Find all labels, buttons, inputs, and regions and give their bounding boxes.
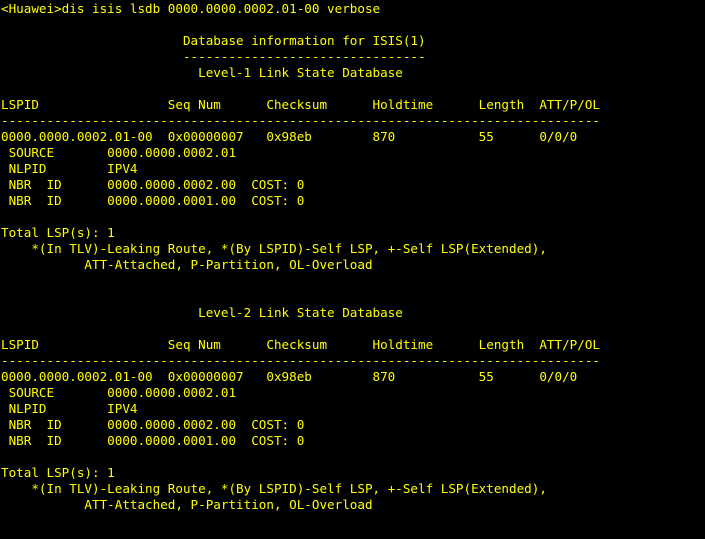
terminal-line: *(In TLV)-Leaking Route, *(By LSPID)-Sel… xyxy=(1,481,547,496)
terminal-line: SOURCE 0000.0000.0002.01 xyxy=(1,385,237,400)
terminal-line: Database information for ISIS(1) xyxy=(1,33,426,48)
terminal-line: NBR ID 0000.0000.0002.00 COST: 0 xyxy=(1,177,305,192)
terminal-line: Total LSP(s): 1 xyxy=(1,465,115,480)
terminal-line: Level-2 Link State Database xyxy=(1,305,403,320)
terminal-line: 0000.0000.0002.01-00 0x00000007 0x98eb 8… xyxy=(1,129,578,144)
terminal-line: NLPID IPV4 xyxy=(1,161,138,176)
terminal-line: ----------------------------------------… xyxy=(1,113,600,128)
terminal-line: NLPID IPV4 xyxy=(1,401,138,416)
terminal-line: NBR ID 0000.0000.0001.00 COST: 0 xyxy=(1,193,305,208)
terminal-line: ATT-Attached, P-Partition, OL-Overload xyxy=(1,497,373,512)
terminal-line: *(In TLV)-Leaking Route, *(By LSPID)-Sel… xyxy=(1,241,547,256)
terminal-window[interactable]: <Huawei>dis isis lsdb 0000.0000.0002.01-… xyxy=(0,0,705,539)
terminal-line: ATT-Attached, P-Partition, OL-Overload xyxy=(1,257,373,272)
terminal-line: SOURCE 0000.0000.0002.01 xyxy=(1,145,237,160)
terminal-line: Level-1 Link State Database xyxy=(1,65,403,80)
terminal-line: NBR ID 0000.0000.0002.00 COST: 0 xyxy=(1,417,305,432)
terminal-line: LSPID Seq Num Checksum Holdtime Length A… xyxy=(1,97,600,112)
terminal-line: Total LSP(s): 1 xyxy=(1,225,115,240)
terminal-line: NBR ID 0000.0000.0001.00 COST: 0 xyxy=(1,433,305,448)
terminal-line: LSPID Seq Num Checksum Holdtime Length A… xyxy=(1,337,600,352)
terminal-line: 0000.0000.0002.01-00 0x00000007 0x98eb 8… xyxy=(1,369,578,384)
terminal-line: -------------------------------- xyxy=(1,49,426,64)
terminal-line: ----------------------------------------… xyxy=(1,353,600,368)
terminal-line: <Huawei>dis isis lsdb 0000.0000.0002.01-… xyxy=(1,1,381,16)
